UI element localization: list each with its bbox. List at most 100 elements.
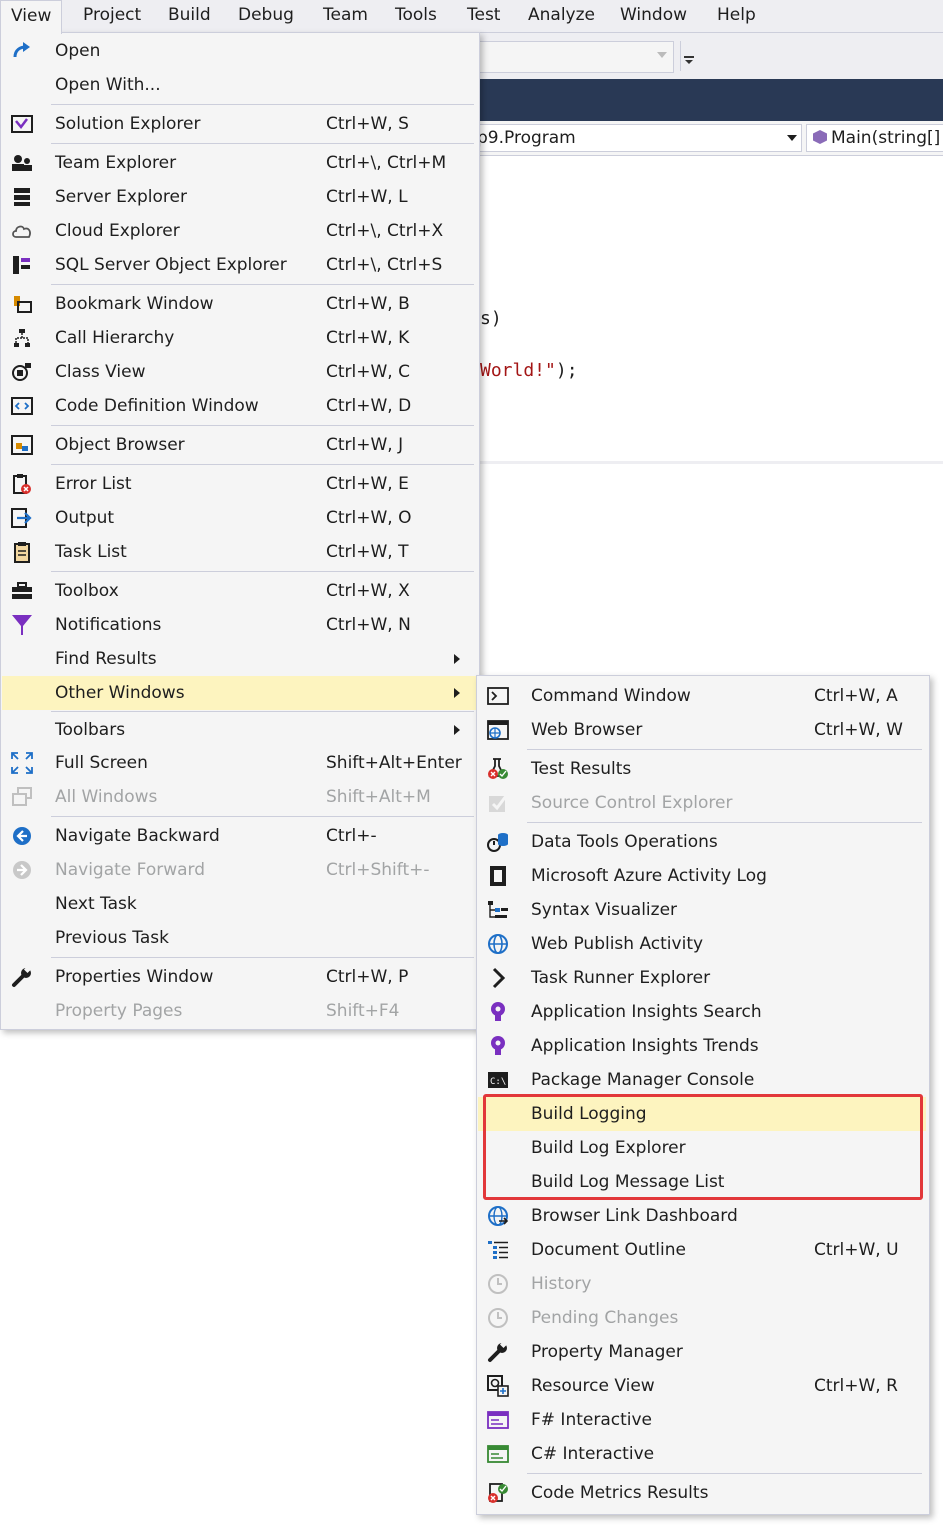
menu-separator xyxy=(51,284,474,285)
menu-item-class-view[interactable]: Class View Ctrl+W, C xyxy=(2,355,476,389)
menu-item-cloud-explorer[interactable]: Cloud Explorer Ctrl+\, Ctrl+X xyxy=(2,214,476,248)
method-cube-icon xyxy=(813,130,827,144)
toolbar-overflow-icon[interactable] xyxy=(683,51,695,70)
menu-item-team-explorer[interactable]: Team Explorer Ctrl+\, Ctrl+M xyxy=(2,146,476,180)
menu-item-open[interactable]: Open xyxy=(2,34,476,68)
menu-view[interactable]: View xyxy=(0,0,63,34)
menu-item-code-definition-window[interactable]: Code Definition Window Ctrl+W, D xyxy=(2,389,476,423)
menu-item-resource-view[interactable]: Resource View Ctrl+W, R xyxy=(478,1369,926,1403)
menu-item-label: Server Explorer xyxy=(55,187,187,207)
menu-item-label: Code Definition Window xyxy=(55,396,259,416)
menu-item-output[interactable]: Output Ctrl+W, O xyxy=(2,501,476,535)
menu-item-toolbars[interactable]: Toolbars xyxy=(2,713,476,747)
menu-item-task-runner-explorer[interactable]: Task Runner Explorer xyxy=(478,961,926,995)
menu-item-document-outline[interactable]: Document Outline Ctrl+W, U xyxy=(478,1233,926,1267)
menu-item-label: Command Window xyxy=(531,686,691,706)
menu-item-build-log-message-list[interactable]: Build Log Message List xyxy=(478,1165,926,1199)
menu-item-label: C# Interactive xyxy=(531,1444,655,1464)
menu-analyze[interactable]: Analyze xyxy=(524,0,599,32)
menu-item-object-browser[interactable]: Object Browser Ctrl+W, J xyxy=(2,428,476,462)
menu-item-fsharp-interactive[interactable]: F# Interactive xyxy=(478,1403,926,1437)
menu-item-build-log-explorer[interactable]: Build Log Explorer xyxy=(478,1131,926,1165)
menu-item-build-logging[interactable]: Build Logging xyxy=(478,1097,926,1131)
menu-item-call-hierarchy[interactable]: Call Hierarchy Ctrl+W, K xyxy=(2,321,476,355)
menu-item-task-list[interactable]: Task List Ctrl+W, T xyxy=(2,535,476,569)
menu-item-find-results[interactable]: Find Results xyxy=(2,642,476,676)
menu-team[interactable]: Team xyxy=(319,0,372,32)
menu-item-server-explorer[interactable]: Server Explorer Ctrl+W, L xyxy=(2,180,476,214)
menu-item-csharp-interactive[interactable]: C# Interactive xyxy=(478,1437,926,1471)
menu-test[interactable]: Test xyxy=(463,0,504,32)
menu-debug[interactable]: Debug xyxy=(234,0,298,32)
menu-item-notifications[interactable]: Notifications Ctrl+W, N xyxy=(2,608,476,642)
lightbulb-icon xyxy=(487,1036,509,1056)
menu-item-navigate-backward[interactable]: Navigate Backward Ctrl+- xyxy=(2,819,476,853)
menu-build[interactable]: Build xyxy=(164,0,215,32)
menu-item-previous-task[interactable]: Previous Task xyxy=(2,921,476,955)
all-windows-icon xyxy=(11,787,33,807)
menu-item-web-publish-activity[interactable]: Web Publish Activity xyxy=(478,927,926,961)
code-editor[interactable] xyxy=(480,156,943,461)
toolbar-combo[interactable] xyxy=(470,41,674,73)
editor-divider xyxy=(480,461,943,464)
menu-item-web-browser[interactable]: Web Browser Ctrl+W, W xyxy=(478,713,926,747)
console-icon: C:\ xyxy=(487,1070,509,1090)
menu-item-label: Source Control Explorer xyxy=(531,793,733,813)
menu-item-label: Find Results xyxy=(55,649,157,669)
menu-item-error-list[interactable]: Error List Ctrl+W, E xyxy=(2,467,476,501)
menu-item-source-control-explorer: Source Control Explorer xyxy=(478,786,926,820)
menu-item-label: Application Insights Search xyxy=(531,1002,762,1022)
menu-item-shortcut: Ctrl+W, W xyxy=(814,720,903,740)
submenu-arrow-icon xyxy=(454,688,460,698)
menu-item-other-windows[interactable]: Other Windows xyxy=(2,676,476,710)
member-dropdown[interactable]: Main(string[] xyxy=(806,124,943,152)
menu-item-full-screen[interactable]: Full Screen Shift+Alt+Enter xyxy=(2,746,476,780)
menu-separator xyxy=(527,1473,922,1474)
menu-item-application-insights-trends[interactable]: Application Insights Trends xyxy=(478,1029,926,1063)
menu-item-label: History xyxy=(531,1274,592,1294)
menu-item-open-with[interactable]: Open With... xyxy=(2,68,476,102)
menu-item-browser-link-dashboard[interactable]: Browser Link Dashboard xyxy=(478,1199,926,1233)
menu-item-label: Data Tools Operations xyxy=(531,832,718,852)
menu-tools[interactable]: Tools xyxy=(391,0,441,32)
output-icon xyxy=(11,508,33,528)
menu-item-label: Team Explorer xyxy=(55,153,177,173)
menu-item-next-task[interactable]: Next Task xyxy=(2,887,476,921)
menu-item-solution-explorer[interactable]: Solution Explorer Ctrl+W, S xyxy=(2,107,476,141)
menu-item-label: Navigate Backward xyxy=(55,826,220,846)
menu-item-syntax-visualizer[interactable]: Syntax Visualizer xyxy=(478,893,926,927)
menu-item-label: Syntax Visualizer xyxy=(531,900,678,920)
menu-item-package-manager-console[interactable]: C:\ Package Manager Console xyxy=(478,1063,926,1097)
menu-project[interactable]: Project xyxy=(79,0,145,32)
menu-item-application-insights-search[interactable]: Application Insights Search xyxy=(478,995,926,1029)
menu-item-navigate-forward: Navigate Forward Ctrl+Shift+- xyxy=(2,853,476,887)
menu-item-shortcut: Ctrl+W, X xyxy=(326,581,410,601)
menu-item-label: Call Hierarchy xyxy=(55,328,175,348)
menu-help[interactable]: Help xyxy=(713,0,760,32)
menu-item-shortcut: Ctrl+W, D xyxy=(326,396,412,416)
menu-item-shortcut: Ctrl+Shift+- xyxy=(326,860,430,880)
menu-item-shortcut: Ctrl+W, K xyxy=(326,328,410,348)
menu-item-label: Build Log Explorer xyxy=(531,1138,686,1158)
menu-separator xyxy=(527,822,922,823)
toolbox-icon xyxy=(11,581,33,601)
menu-item-property-manager[interactable]: Property Manager xyxy=(478,1335,926,1369)
menu-item-label: Document Outline xyxy=(531,1240,686,1260)
type-dropdown[interactable]: p9.Program xyxy=(470,124,802,152)
menu-window[interactable]: Window xyxy=(616,0,691,32)
menu-item-label: Build Log Message List xyxy=(531,1172,725,1192)
menu-separator xyxy=(51,143,474,144)
menu-item-label: Navigate Forward xyxy=(55,860,206,880)
menu-item-bookmark-window[interactable]: Bookmark Window Ctrl+W, B xyxy=(2,287,476,321)
menu-item-code-metrics-results[interactable]: Code Metrics Results xyxy=(478,1476,926,1510)
menu-item-properties-window[interactable]: Properties Window Ctrl+W, P xyxy=(2,960,476,994)
menu-item-azure-activity-log[interactable]: Microsoft Azure Activity Log xyxy=(478,859,926,893)
menu-item-data-tools-operations[interactable]: Data Tools Operations xyxy=(478,825,926,859)
menu-item-shortcut: Ctrl+W, N xyxy=(326,615,411,635)
menu-item-test-results[interactable]: Test Results xyxy=(478,752,926,786)
menu-item-sql-server-object-explorer[interactable]: SQL Server Object Explorer Ctrl+\, Ctrl+… xyxy=(2,248,476,282)
menu-bar: View Project Build Debug Team Tools Test… xyxy=(0,0,943,34)
menu-item-command-window[interactable]: Command Window Ctrl+W, A xyxy=(478,679,926,713)
menu-item-toolbox[interactable]: Toolbox Ctrl+W, X xyxy=(2,574,476,608)
type-dropdown-value: p9.Program xyxy=(477,128,576,148)
